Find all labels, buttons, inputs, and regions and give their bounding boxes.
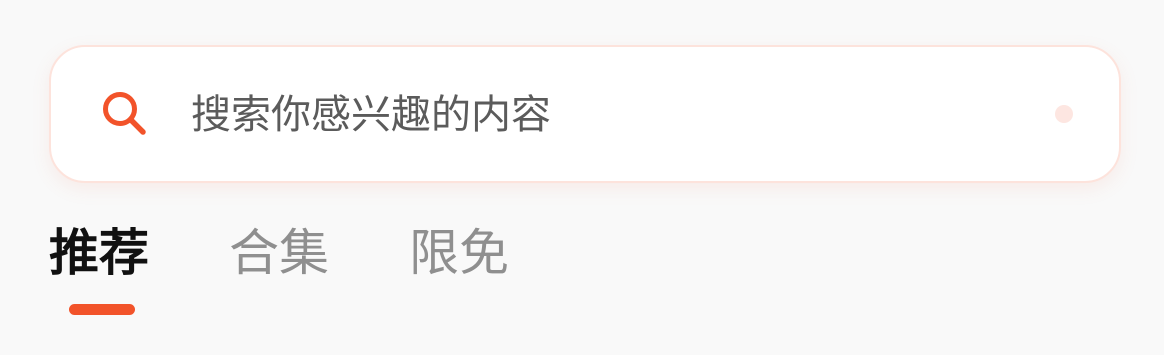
screen: 推荐 合集 限免	[0, 0, 1164, 355]
tab-label: 合集	[229, 224, 329, 282]
tab-free-limited[interactable]: 限免	[409, 222, 509, 284]
tab-label: 限免	[409, 224, 509, 282]
tab-label: 推荐	[49, 224, 149, 282]
tab-recommended[interactable]: 推荐	[49, 222, 149, 284]
active-tab-indicator	[69, 304, 135, 315]
indicator-dot	[1055, 105, 1073, 123]
search-bar[interactable]	[49, 45, 1121, 183]
search-icon[interactable]	[99, 88, 151, 140]
tab-collection[interactable]: 合集	[229, 222, 329, 284]
search-input[interactable]	[191, 87, 1051, 143]
